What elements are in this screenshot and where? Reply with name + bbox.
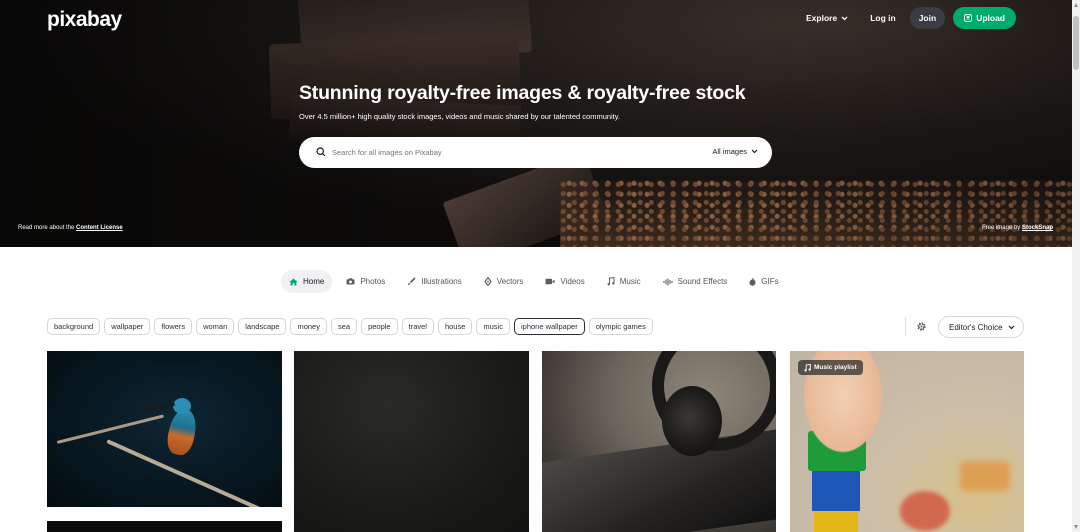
scroll-down-arrow[interactable] [1074,525,1078,529]
tab-photos[interactable]: Photos [338,270,393,293]
tab-label: Home [303,277,325,286]
tag-chip[interactable]: landscape [238,318,287,335]
tag-chip[interactable]: background [47,318,101,335]
login-link[interactable]: Log in [870,13,896,23]
search-scope-dropdown[interactable]: All images [712,147,758,156]
tag-chip[interactable]: wallpaper [104,318,151,335]
license-note-prefix: Read more about the [18,225,77,231]
top-nav: Explore Log in Join Upload [806,7,1016,29]
image-card[interactable] [47,521,282,532]
flame-icon [749,277,756,286]
chevron-down-icon [841,16,848,20]
tab-videos[interactable]: Videos [537,270,592,293]
tab-label: Illustrations [421,277,462,286]
content-license-link[interactable]: Content License [76,225,123,231]
brush-icon [408,277,416,285]
logo[interactable]: pixabay [47,8,122,32]
tab-label: Sound Effects [677,277,728,286]
credit-author-link[interactable]: StockSnap [1022,225,1053,231]
image-detail [814,509,858,532]
chevron-down-icon [751,149,758,154]
license-note: Read more about the Content License [18,225,123,231]
hero-overlay [0,0,1072,247]
image-card-headphones[interactable] [542,351,776,532]
scroll-up-arrow[interactable] [1074,3,1078,7]
join-button[interactable]: Join [909,7,946,29]
hero-subtitle: Over 4.5 million+ high quality stock ima… [299,112,621,121]
home-icon [289,278,298,285]
tab-home[interactable]: Home [281,270,333,293]
tab-label: Videos [560,277,585,286]
image-card-toy-blocks[interactable]: Music playlist [790,351,1024,532]
tab-music[interactable]: Music [599,270,649,293]
tab-sound-effects[interactable]: Sound Effects [655,270,736,293]
image-detail [662,386,722,456]
video-camera-icon [545,278,555,285]
search-bar: All images [299,137,772,168]
tag-chip[interactable]: olympic games [588,318,653,335]
image-card-dark[interactable] [294,351,529,532]
image-credit-prefix: Free image by [981,225,1022,231]
tag-chip[interactable]: house [437,318,473,335]
explore-menu[interactable]: Explore [806,13,848,23]
pen-nib-icon [484,277,492,286]
tab-label: Music [619,277,641,286]
tab-label: GIFs [761,277,779,286]
tag-chip[interactable]: money [290,318,327,335]
page-scrollbar[interactable] [1072,0,1080,532]
gear-icon[interactable] [916,321,927,332]
image-detail [960,461,1010,491]
search-scope-label: All images [712,147,747,156]
tab-gifs[interactable]: GIFs [741,270,786,293]
image-detail [143,402,175,413]
upload-label: Upload [976,13,1005,23]
tag-chip[interactable]: music [476,318,510,335]
waveform-icon [663,278,673,285]
tag-suggestions: background wallpaper flowers woman lands… [47,318,653,335]
explore-label: Explore [806,13,838,23]
media-type-tabs: Home Photos Illustrations Vectors Videos… [281,270,793,293]
image-detail [173,398,191,414]
badge-label: Music playlist [814,364,857,371]
upload-icon [964,14,973,22]
tag-chip[interactable]: iphone wallpaper [513,318,585,335]
music-note-icon [607,277,615,286]
tab-illustrations[interactable]: Illustrations [399,270,469,293]
tab-label: Photos [360,277,386,286]
chevron-down-icon [1008,325,1014,329]
sort-label: Editor's Choice [949,322,1003,332]
upload-button[interactable]: Upload [953,7,1016,29]
music-playlist-badge[interactable]: Music playlist [798,360,863,375]
search-input[interactable] [332,137,662,168]
scrollbar-thumb[interactable] [1073,16,1079,70]
tag-chip[interactable]: travel [401,318,434,335]
image-detail [812,471,860,511]
hero-banner: pixabay Explore Log in Join Upload Stunn… [0,0,1072,247]
music-note-icon [804,363,811,371]
sort-dropdown[interactable]: Editor's Choice [938,316,1024,338]
tag-chip[interactable]: people [361,318,398,335]
image-credit: Free image by StockSnap [982,225,1053,231]
tag-chip[interactable]: sea [330,318,358,335]
image-card-kingfisher[interactable] [47,351,282,507]
search-icon[interactable] [316,147,326,157]
image-detail [900,491,950,531]
divider [905,317,906,336]
tag-chip[interactable]: flowers [154,318,193,335]
tab-vectors[interactable]: Vectors [476,270,532,293]
tag-chip[interactable]: woman [196,318,235,335]
tab-label: Vectors [496,277,524,286]
camera-icon [346,278,355,285]
hero-title: Stunning royalty-free images & royalty-f… [299,82,746,104]
image-detail [164,406,200,458]
